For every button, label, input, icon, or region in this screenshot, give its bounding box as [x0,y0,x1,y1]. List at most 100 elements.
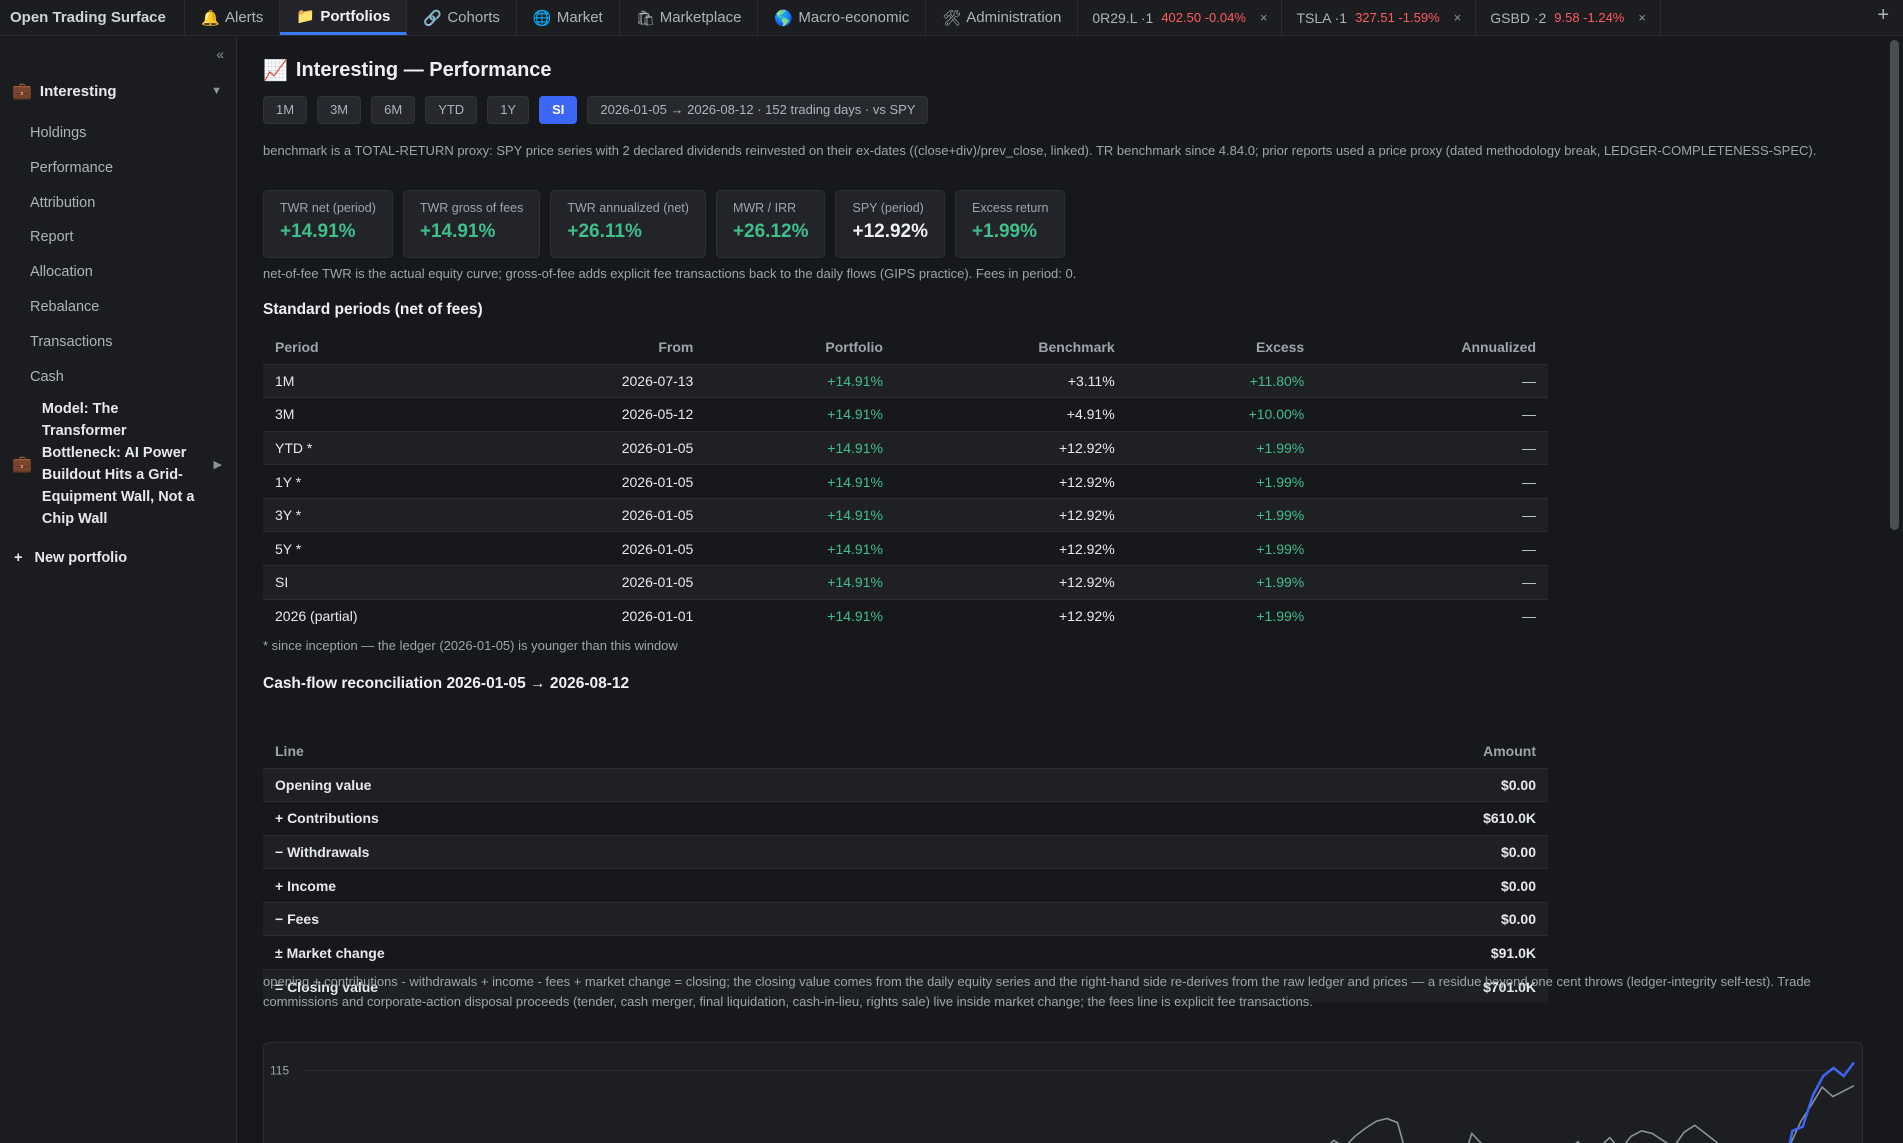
table-cell: Opening value [263,767,1079,802]
column-header: Amount [1483,743,1536,760]
tab-cohorts[interactable]: 🔗 Cohorts [407,0,517,35]
column-header: Excess [1255,339,1305,356]
metric-value: +14.91% [280,221,356,242]
column-header: Benchmark [1038,339,1115,356]
portfolio-series-line [1788,1061,1855,1143]
benchmark-note: benchmark is a TOTAL-RETURN proxy: SPY p… [263,143,1817,158]
sidebar-item-performance[interactable]: Performance [30,151,113,186]
table-cell: +1.99% [1126,598,1317,633]
table-cell: + Income [263,868,1079,903]
close-icon[interactable]: × [1454,10,1462,25]
sidebar: « 💼 Interesting ▼ Holdings Performance Att… [0,36,237,1143]
link-icon: 🔗 [423,9,443,27]
collapse-sidebar-button[interactable]: « [216,46,224,62]
tab-marketplace[interactable]: 🛍 Marketplace [620,0,759,35]
cash-flow-table: Line Amount Opening value $0.00 + Contribut… [263,735,1548,1004]
sidebar-item-transactions[interactable]: Transactions [30,325,113,360]
ticker-tab[interactable]: 0R29.L ·1 402.50 -0.04% × [1078,0,1283,35]
portfolio-model[interactable]: 💼 Model: The Transformer Bottleneck: AI … [12,398,222,530]
sidebar-item-cash[interactable]: Cash [30,360,113,395]
bell-icon: 🔔 [201,9,220,27]
period-button-ytd[interactable]: YTD [425,96,478,124]
portfolio-interesting[interactable]: 💼 Interesting ▼ [12,81,222,101]
scrollbar[interactable] [1890,40,1899,530]
table-cell: 2026-01-05 [536,464,706,499]
metric-label: Excess return [972,201,1049,215]
table-row: 2026 (partial) 2026-01-01 +14.91% +12.92% +1… [263,598,1548,633]
new-portfolio-label: New portfolio [34,550,128,566]
table-cell: +12.92% [894,565,1127,600]
period-button-1m[interactable]: 1M [263,96,308,124]
tab-portfolios[interactable]: 📁 Portfolios [280,0,408,35]
table-cell: +14.91% [705,531,895,566]
sidebar-item-rebalance[interactable]: Rebalance [30,290,113,325]
table-cell: 1M [263,363,537,398]
table-cell: $0.00 [1078,868,1548,903]
tab-alerts[interactable]: 🔔 Alerts [185,0,281,35]
sidebar-item-attribution[interactable]: Attribution [30,186,113,221]
period-button-1y[interactable]: 1Y [487,96,530,124]
sidebar-item-report[interactable]: Report [30,220,113,255]
performance-chart: 115109 [263,1042,1863,1143]
table-cell: — [1316,464,1548,499]
table-cell: — [1316,363,1548,398]
table-cell: $91.0K [1078,935,1548,970]
period-button-3m[interactable]: 3M [317,96,362,124]
close-icon[interactable]: × [1638,10,1646,25]
table-row: SI 2026-01-05 +14.91% +12.92% +1.99% — [263,565,1548,600]
table-cell: $0.00 [1078,901,1548,936]
table-row: − Withdrawals $0.00 [263,834,1548,869]
table-cell: +12.92% [894,497,1127,532]
ticker-tabs: 0R29.L ·1 402.50 -0.04% × TSLA ·1 327.51 -1.… [1078,0,1661,35]
standard-periods-table: Period From Portfolio Benchmark Excess Annual… [263,331,1548,633]
add-tab-button[interactable]: + [1877,4,1889,27]
table-cell: +11.80% [1126,363,1317,398]
table-row: + Contributions $610.0K [263,801,1548,836]
collapsed-arrow-icon: ▶ [213,458,222,471]
table-cell: +14.91% [705,464,895,499]
table-cell: — [1316,598,1548,633]
ticker-symbol: GSBD ·2 [1490,9,1547,26]
table-cell: 2026-05-12 [536,397,706,432]
metric-card: TWR net (period) +14.91% [263,190,393,258]
table-cell: 2026-01-05 [536,531,706,566]
sidebar-item-holdings[interactable]: Holdings [30,116,113,151]
table-row: YTD * 2026-01-05 +14.91% +12.92% +1.99% — [263,430,1548,465]
tab-market[interactable]: 🌐 Market [517,0,620,35]
table-cell: 2026-07-13 [536,363,706,398]
model-name: Model: The Transformer Bottleneck: AI Po… [41,401,195,527]
ticker-price: 327.51 -1.59% [1355,10,1440,25]
fee-note: net-of-fee TWR is the actual equity curv… [263,266,1077,281]
period-button-si[interactable]: SI [539,96,578,124]
ticker-price: 9.58 -1.24% [1554,10,1625,25]
sidebar-item-allocation[interactable]: Allocation [30,255,113,290]
portfolio-name: Interesting [39,82,117,100]
top-bar: Open Trading Surface 🔔 Alerts 📁 Portfolios 🔗… [0,0,1903,36]
metric-label: TWR annualized (net) [567,201,689,215]
table-cell: +12.92% [894,464,1127,499]
tab-label: Alerts [225,9,264,26]
table-cell: — [1316,565,1548,600]
new-portfolio-button[interactable]: + New portfolio [14,550,127,566]
table-cell: 2026-01-05 [536,430,706,465]
tab-macro-economic[interactable]: 🌎 Macro-economic [758,0,927,35]
table-cell: +12.92% [894,531,1127,566]
app-title: Open Trading Surface [0,0,185,35]
table-cell: 2026-01-01 [536,598,706,633]
table-cell: − Withdrawals [263,834,1079,869]
tab-label: Marketplace [659,9,742,26]
since-inception-footnote: * since inception — the ledger (2026-01-… [263,638,678,653]
table-row: 3Y * 2026-01-05 +14.91% +12.92% +1.99% — [263,497,1548,532]
ticker-symbol: TSLA ·1 [1296,9,1348,26]
close-icon[interactable]: × [1260,10,1268,25]
period-button-6m[interactable]: 6M [371,96,416,124]
ticker-tab[interactable]: TSLA ·1 327.51 -1.59% × [1282,0,1477,35]
table-cell: +1.99% [1126,464,1317,499]
tab-label: Cohorts [447,9,500,26]
metric-card: SPY (period) +12.92% [835,190,946,258]
tab-label: Portfolios [320,7,391,25]
ticker-tab[interactable]: GSBD ·2 9.58 -1.24% × [1476,0,1661,35]
table-cell: 5Y * [263,531,537,566]
table-cell: +1.99% [1126,565,1317,600]
tab-administration[interactable]: 🛠 Administration [926,0,1079,35]
